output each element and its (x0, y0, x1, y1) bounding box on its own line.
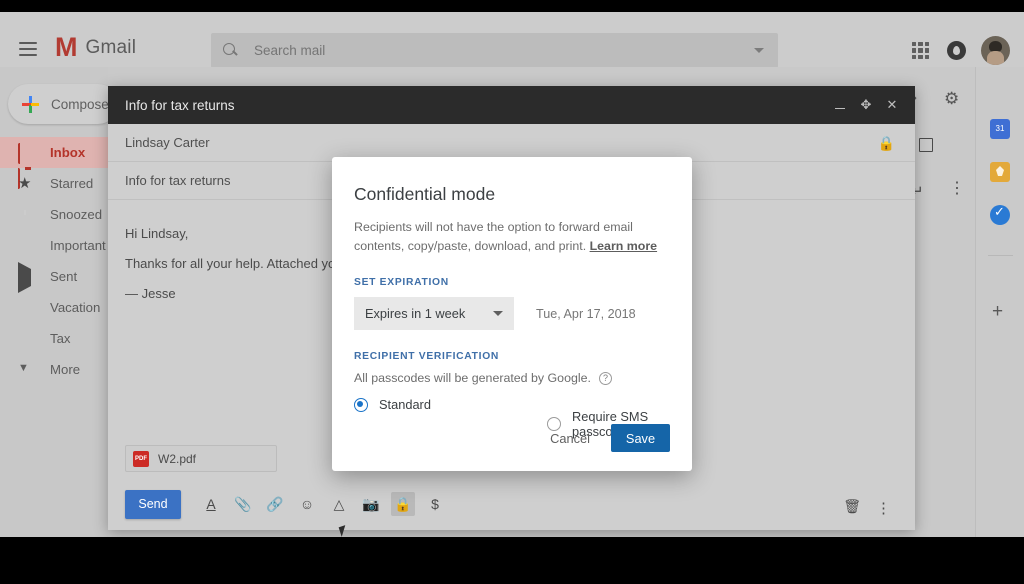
sidebar-item-label: Vacation (50, 300, 101, 315)
send-button[interactable]: Send (125, 489, 181, 519)
attachment-name: W2.pdf (158, 451, 197, 466)
sent-icon (18, 261, 38, 293)
star-icon: ★ (18, 174, 32, 192)
google-drive-icon[interactable]: △ (327, 492, 351, 516)
compose-window-header: Info for tax returns ✥ ✕ (108, 86, 915, 124)
settings-gear-icon[interactable] (944, 90, 961, 107)
help-circle-icon[interactable]: ? (598, 371, 612, 385)
label-chip-icon (18, 300, 38, 316)
set-expiration-label: SET EXPIRATION (354, 277, 449, 288)
sidebar-item-label: Sent (50, 269, 78, 284)
radio-standard-label: Standard (379, 397, 431, 412)
side-rail: 31 + (975, 67, 1024, 537)
add-icon[interactable]: + (992, 302, 1003, 321)
minimize-icon[interactable] (827, 92, 853, 118)
radio-standard-indicator[interactable] (354, 397, 368, 412)
important-icon (18, 238, 38, 254)
clock-icon (18, 207, 38, 223)
confidential-mode-icon[interactable]: 🔒 (391, 492, 415, 516)
insert-money-icon[interactable]: $ (423, 492, 447, 516)
more-options-icon[interactable]: ⋮ (876, 499, 891, 517)
format-text-icon[interactable]: A (199, 492, 223, 516)
search-icon (223, 43, 238, 58)
sidebar-item-sent[interactable]: Sent (0, 261, 108, 293)
gmail-logo[interactable]: M Gmail (55, 34, 136, 61)
sidebar-item-label: Inbox (50, 145, 86, 160)
compose-button[interactable]: Compose (8, 84, 118, 124)
gmail-app: M Gmail Compose (0, 12, 1024, 537)
sidebar-item-tax[interactable]: Tax (0, 323, 108, 354)
sidebar-item-label: Snoozed (50, 207, 103, 222)
hamburger-icon[interactable] (19, 42, 37, 56)
passcode-note-text: All passcodes will be generated by Googl… (354, 371, 591, 385)
gmail-logo-mark: M (55, 32, 77, 62)
open-in-new-icon[interactable] (919, 138, 933, 152)
cancel-button[interactable]: Cancel (550, 431, 590, 446)
subject-value: Info for tax returns (125, 173, 231, 188)
expiration-date: Tue, Apr 17, 2018 (536, 306, 636, 321)
sidebar-item-label: More (50, 362, 81, 377)
compose-plus-icon (22, 95, 39, 113)
delete-draft-icon[interactable]: 🗑 (843, 498, 861, 515)
keep-icon[interactable] (990, 162, 1010, 182)
more-vertical-icon[interactable]: ⋮ (949, 178, 965, 198)
inbox-icon (18, 142, 38, 189)
insert-link-icon[interactable]: 🔗 (263, 492, 287, 516)
dialog-title: Confidential mode (354, 184, 496, 204)
attach-file-icon[interactable]: 📎 (231, 492, 255, 516)
close-icon[interactable]: ✕ (879, 92, 905, 118)
compose-window-title: Info for tax returns (125, 97, 235, 113)
sidebar-item-inbox[interactable]: Inbox (0, 137, 108, 189)
expiration-row: Expires in 1 week Tue, Apr 17, 2018 (354, 297, 670, 330)
dialog-actions: Cancel Save (550, 424, 670, 452)
screenshot-root: M Gmail Compose (0, 0, 1024, 584)
sidebar-item-starred[interactable]: ★ Starred (0, 168, 108, 199)
passcode-note: All passcodes will be generated by Googl… (354, 371, 670, 385)
insert-emoji-icon[interactable]: ☺ (295, 492, 319, 516)
tasks-icon[interactable] (990, 204, 1010, 225)
rail-divider (988, 255, 1013, 256)
compose-toolbar: Send A 📎 🔗 ☺ △ 📷 🔒 $ 🗑 ⋮ (108, 478, 915, 537)
chevron-down-icon: ▼ (18, 361, 29, 374)
insert-photo-icon[interactable]: 📷 (359, 492, 383, 516)
sidebar-item-vacation[interactable]: Vacation (0, 292, 108, 323)
sidebar-item-snoozed[interactable]: Snoozed (0, 199, 108, 230)
gmail-logo-text: Gmail (85, 36, 137, 58)
learn-more-link[interactable]: Learn more (590, 239, 657, 253)
apps-grid-icon[interactable] (912, 42, 929, 59)
sidebar-item-more[interactable]: ▼ More (0, 354, 108, 385)
recipient-value: Lindsay Carter (125, 135, 210, 150)
attachment-chip[interactable]: PDF W2.pdf (125, 445, 277, 472)
recipient-verification-label: RECIPIENT VERIFICATION (354, 351, 500, 362)
pdf-file-icon: PDF (133, 450, 149, 467)
compose-button-label: Compose (51, 96, 109, 112)
dialog-description: Recipients will not have the option to f… (354, 218, 670, 256)
app-header: M Gmail (0, 12, 1024, 68)
calendar-icon[interactable]: 31 (990, 119, 1010, 139)
search-bar[interactable] (211, 33, 778, 68)
sidebar-item-label: Important (50, 238, 106, 253)
lock-icon: 🔒 (877, 135, 895, 151)
confidential-mode-dialog: Confidential mode Recipients will not ha… (332, 157, 692, 471)
support-icon[interactable] (947, 41, 966, 60)
expiration-select[interactable]: Expires in 1 week (354, 297, 514, 330)
sidebar: Compose Inbox ★ Starred Snoozed Importan… (0, 67, 118, 537)
sidebar-item-label: Starred (50, 176, 94, 191)
search-input[interactable] (254, 43, 754, 58)
attachment-row: PDF W2.pdf (125, 445, 277, 472)
expiration-selected-value: Expires in 1 week (365, 306, 466, 321)
sidebar-item-important[interactable]: Important (0, 230, 108, 261)
save-button[interactable]: Save (611, 424, 670, 452)
sidebar-item-label: Tax (50, 331, 71, 346)
label-chip-icon (18, 331, 38, 347)
avatar[interactable] (981, 36, 1010, 65)
letterbox-bottom (0, 537, 1024, 584)
chevron-down-icon (493, 311, 503, 316)
expand-icon[interactable]: ✥ (853, 92, 879, 118)
search-options-chevron-down-icon[interactable] (754, 48, 764, 53)
letterbox-top (0, 0, 1024, 12)
